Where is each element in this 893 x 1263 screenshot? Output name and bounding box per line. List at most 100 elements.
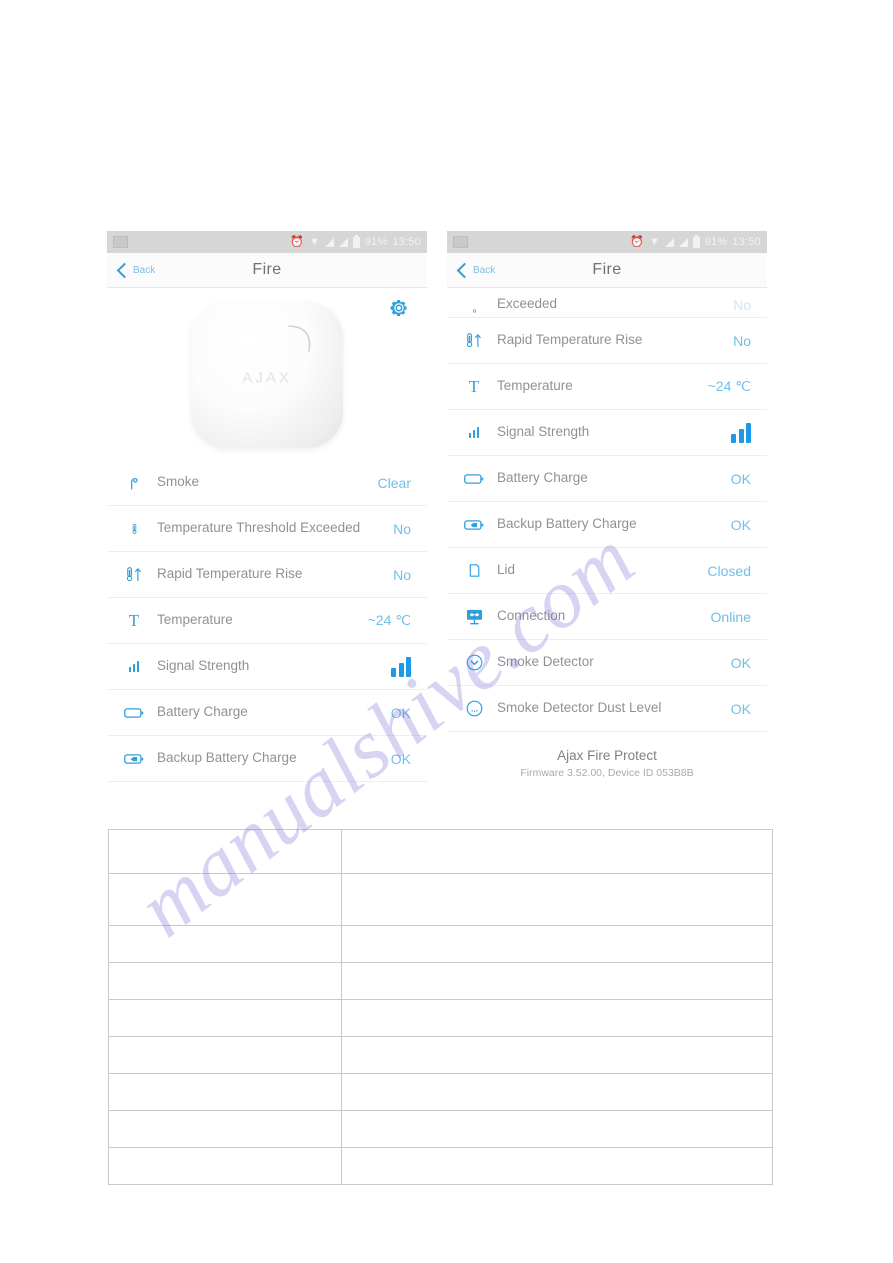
parameter-row-clipped[interactable]: Exceeded No bbox=[447, 288, 767, 318]
signal-icon bbox=[324, 237, 334, 247]
parameter-value: OK bbox=[730, 470, 751, 487]
status-bar-notifications bbox=[113, 236, 128, 248]
parameter-label: Temperature bbox=[497, 378, 573, 394]
temperature-t-icon: T bbox=[468, 377, 480, 396]
parameter-value: No bbox=[393, 520, 411, 537]
table-cell bbox=[107, 1147, 343, 1185]
temp-rise-icon bbox=[119, 564, 149, 585]
table-row bbox=[107, 925, 773, 963]
parameter-row[interactable]: Rapid Temperature Rise No bbox=[107, 552, 427, 598]
table-row bbox=[107, 1147, 773, 1185]
parameter-row[interactable]: Smoke Detector OK bbox=[447, 640, 767, 686]
message-icon bbox=[453, 236, 468, 248]
device-firmware-label: Firmware 3.52.00, Device ID 053B8B bbox=[520, 767, 694, 779]
parameter-value: ~24 ℃ bbox=[707, 378, 751, 394]
table-cell bbox=[107, 962, 343, 1000]
signal-bars-icon bbox=[459, 427, 489, 438]
parameter-row[interactable]: Lid Closed bbox=[447, 548, 767, 594]
parameter-value: Online bbox=[710, 608, 751, 625]
table-row bbox=[107, 999, 773, 1037]
wifi-icon: ▼ bbox=[648, 235, 660, 248]
parameter-label: Connection bbox=[497, 608, 566, 624]
table-cell bbox=[107, 925, 343, 963]
table-cell bbox=[341, 1110, 773, 1148]
parameter-label: Exceeded bbox=[497, 296, 558, 312]
table-row bbox=[107, 1036, 773, 1074]
parameter-label: Signal Strength bbox=[497, 424, 590, 440]
connection-icon bbox=[459, 608, 489, 626]
parameter-row[interactable]: Battery Charge OK bbox=[447, 456, 767, 502]
parameter-row[interactable]: Rapid Temperature Rise No bbox=[447, 318, 767, 364]
ajax-logo-text: AJAX bbox=[242, 369, 292, 387]
backup-battery-icon bbox=[119, 753, 149, 765]
signal-icon bbox=[338, 237, 348, 247]
parameter-row[interactable]: Signal Strength bbox=[447, 410, 767, 456]
signal-strength-bars bbox=[391, 656, 411, 677]
signal-bars-icon bbox=[119, 661, 149, 672]
gear-icon[interactable] bbox=[388, 297, 410, 319]
parameter-row[interactable]: Battery Charge OK bbox=[107, 690, 427, 736]
parameter-value: OK bbox=[730, 516, 751, 533]
device-hero-section: AJAX bbox=[107, 288, 427, 460]
battery-percent-label: 91% bbox=[364, 235, 388, 248]
parameter-row[interactable]: Connection Online bbox=[447, 594, 767, 640]
thermometer-icon bbox=[459, 304, 489, 313]
parameter-value: ~24 ℃ bbox=[367, 612, 411, 628]
table-cell bbox=[107, 873, 343, 926]
parameter-row[interactable]: Smoke Clear bbox=[107, 460, 427, 506]
detector-arc-detail bbox=[288, 325, 311, 352]
dust-level-icon bbox=[459, 699, 489, 718]
parameter-row[interactable]: Backup Battery Charge OK bbox=[107, 736, 427, 782]
parameter-value: No bbox=[733, 297, 751, 313]
parameter-value: OK bbox=[390, 704, 411, 721]
table-row bbox=[107, 829, 773, 874]
battery-icon bbox=[119, 707, 149, 719]
parameter-value: OK bbox=[730, 654, 751, 671]
table-cell bbox=[341, 925, 773, 963]
phone-screenshot-right: ⏰ ▼ 91% 13:50 Back Fire Exceeded No Rapid … bbox=[447, 231, 767, 793]
parameter-row[interactable]: T Temperature ~24 ℃ bbox=[447, 364, 767, 410]
battery-icon bbox=[459, 473, 489, 485]
temp-rise-icon bbox=[459, 330, 489, 351]
temperature-t-icon: T bbox=[128, 611, 140, 630]
wifi-icon: ▼ bbox=[308, 235, 320, 248]
parameter-row[interactable]: Smoke Detector Dust Level OK bbox=[447, 686, 767, 732]
app-navigation-bar: Back Fire bbox=[447, 253, 767, 288]
parameter-row[interactable]: Temperature Threshold Exceeded No bbox=[107, 506, 427, 552]
table-cell bbox=[107, 1110, 343, 1148]
parameter-row[interactable]: Signal Strength bbox=[107, 644, 427, 690]
status-bar-indicators: ⏰ ▼ 91% 13:50 bbox=[630, 234, 761, 248]
parameter-value: Closed bbox=[707, 562, 751, 579]
parameter-row[interactable]: T Temperature ~24 ℃ bbox=[107, 598, 427, 644]
page-title: Fire bbox=[252, 261, 282, 278]
table-cell bbox=[341, 1147, 773, 1185]
phone-screenshot-left: ⏰ ▼ 91% 13:50 Back Fire AJAX Smoke Clear… bbox=[107, 231, 427, 793]
table-cell bbox=[341, 962, 773, 1000]
gear-icon-svg bbox=[390, 300, 407, 316]
parameter-label: Rapid Temperature Rise bbox=[497, 332, 643, 348]
signal-icon bbox=[678, 237, 688, 247]
table-row bbox=[107, 873, 773, 926]
table-cell bbox=[107, 999, 343, 1037]
table-row bbox=[107, 1110, 773, 1148]
battery-percent-label: 91% bbox=[704, 235, 728, 248]
android-status-bar: ⏰ ▼ 91% 13:50 bbox=[107, 231, 427, 253]
table-cell bbox=[107, 1073, 343, 1111]
table-cell bbox=[341, 1073, 773, 1111]
message-icon bbox=[113, 236, 128, 248]
parameter-label: Rapid Temperature Rise bbox=[157, 566, 303, 582]
table-cell bbox=[107, 829, 343, 874]
table-row bbox=[107, 962, 773, 1000]
table-cell bbox=[341, 1036, 773, 1074]
document-table bbox=[107, 829, 773, 1185]
parameter-value: OK bbox=[390, 750, 411, 767]
backup-battery-icon bbox=[459, 519, 489, 531]
smoke-icon bbox=[119, 473, 149, 492]
parameter-label: Temperature Threshold Exceeded bbox=[157, 520, 361, 536]
status-bar-indicators: ⏰ ▼ 91% 13:50 bbox=[290, 234, 421, 248]
parameter-value bbox=[383, 656, 411, 677]
lid-icon bbox=[459, 561, 489, 580]
signal-icon bbox=[664, 237, 674, 247]
parameter-row[interactable]: Backup Battery Charge OK bbox=[447, 502, 767, 548]
status-bar-notifications bbox=[453, 236, 468, 248]
